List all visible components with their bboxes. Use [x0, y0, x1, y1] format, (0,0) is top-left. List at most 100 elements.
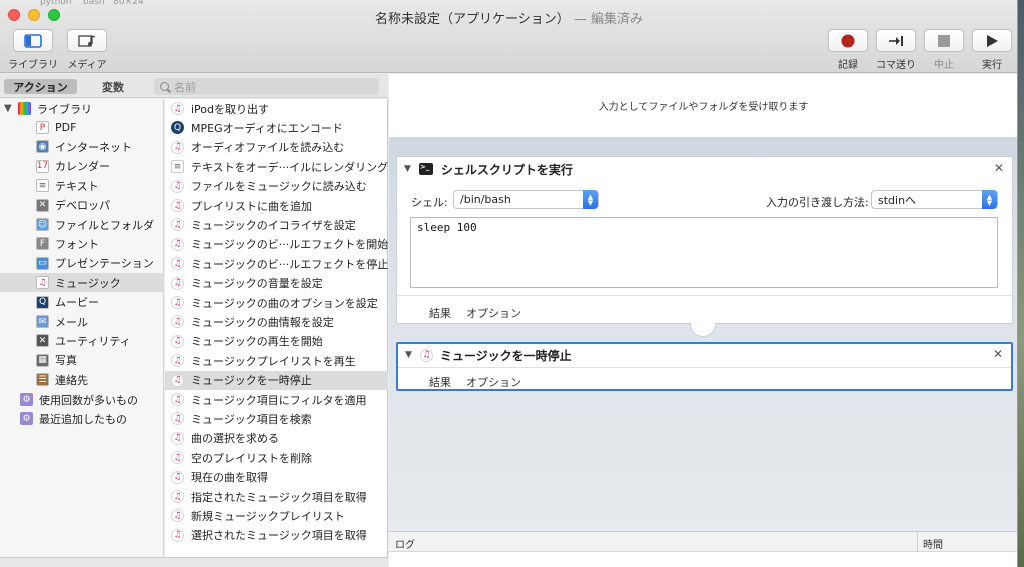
options-tab[interactable]: オプション: [466, 374, 521, 390]
library-root[interactable]: ▼ ライブラリ: [4, 99, 164, 118]
stop-icon: [938, 34, 950, 47]
run-button[interactable]: [972, 29, 1012, 52]
contacts-icon: ☰: [36, 373, 49, 387]
action-item[interactable]: ♫ ミュージックの曲情報を設定: [165, 312, 388, 331]
music-note-icon: ♫: [171, 237, 184, 251]
music-note-icon: ♫: [171, 393, 184, 406]
action-item[interactable]: ♫ 現在の曲を取得: [165, 468, 388, 487]
log-column-header[interactable]: ログ: [395, 536, 415, 551]
action-item[interactable]: ♫ 選択されたミュージック項目を取得: [165, 526, 388, 545]
action-item[interactable]: ♫ ミュージックのビ···ルエフェクトを開始: [165, 235, 388, 254]
action-item[interactable]: ♫ ミュージックを一時停止: [165, 370, 388, 390]
shell-select[interactable]: /bin/bash ▲ ▼: [453, 190, 599, 209]
smart-group-item[interactable]: ⚙ 使用回数が多いもの: [0, 390, 164, 409]
step-button[interactable]: [876, 29, 916, 52]
popup-arrows-icon: ▲ ▼: [583, 190, 598, 209]
action-item[interactable]: ♫ ミュージックのビ···ルエフェクトを停止: [165, 254, 388, 273]
tab-actions[interactable]: アクション: [4, 79, 77, 94]
search-icon: [160, 82, 169, 91]
library-item[interactable]: ✕ デベロッパ: [0, 196, 164, 215]
window-title: 名称未設定（アプリケーション） — 編集済み: [0, 8, 1017, 27]
pause-music-action[interactable]: ▼ ♫ ミュージックを一時停止 ✕ 結果 オプション: [396, 342, 1013, 391]
tab-variables[interactable]: 変数: [83, 79, 143, 94]
workflow-input-text: 入力としてファイルやフォルダを受け取ります: [598, 102, 809, 113]
action-item[interactable]: ♫ プレイリストに曲を追加: [165, 196, 388, 215]
action-item-label: ミュージック項目を検索: [191, 412, 312, 426]
collapse-triangle-icon[interactable]: ▼: [404, 164, 411, 174]
library-item[interactable]: ◉ インターネット: [0, 137, 164, 156]
close-icon[interactable]: ✕: [993, 347, 1003, 361]
action-item[interactable]: ♫ オーディオファイルを読み込む: [165, 138, 388, 157]
record-button[interactable]: [828, 29, 868, 52]
library-icon: [18, 102, 31, 115]
action-item[interactable]: ♫ ミュージックのイコライザを設定: [165, 215, 388, 234]
font-icon: F: [36, 237, 49, 251]
action-item[interactable]: ♫ 指定されたミュージック項目を取得: [165, 487, 388, 506]
shell-script-action[interactable]: ▼ >_ シェルスクリプトを実行 ✕ シェル: /bin/bash ▲ ▼ 入力の…: [396, 156, 1013, 324]
action-item[interactable]: ♫ ファイルをミュージックに読み込む: [165, 177, 388, 196]
music-note-icon: ♫: [171, 431, 184, 445]
library-item[interactable]: ☺ ファイルとフォルダ: [0, 215, 164, 234]
music-note-icon: ♫: [171, 470, 184, 484]
action-item[interactable]: ≡ テキストをオーデ···イルにレンダリング: [165, 157, 388, 176]
library-item[interactable]: ✕ ユーティリティ: [0, 331, 164, 350]
action-item[interactable]: ♫ ミュージックの曲のオプションを設定: [165, 293, 388, 312]
library-item[interactable]: F フォント: [0, 234, 164, 253]
action-item-label: オーディオファイルを読み込む: [191, 141, 345, 155]
search-placeholder: 名前: [174, 80, 196, 94]
library-item[interactable]: P PDF: [0, 118, 164, 137]
library-item[interactable]: ☰ 連絡先: [0, 370, 164, 389]
collapse-triangle-icon[interactable]: ▼: [405, 350, 412, 360]
automator-window: python bash 80×24 名称未設定（アプリケーション） — 編集済み…: [0, 0, 1018, 567]
stop-button[interactable]: [924, 29, 964, 52]
action-item[interactable]: ♫ ミュージックプレイリストを再生: [165, 351, 388, 370]
calendar-icon: 17: [36, 159, 49, 173]
options-tab[interactable]: オプション: [466, 305, 521, 321]
music-note-icon: ♫: [171, 354, 184, 368]
library-button[interactable]: [13, 29, 53, 52]
library-item[interactable]: Q ムービー: [0, 293, 164, 312]
developer-icon: ✕: [36, 198, 49, 212]
action-item-label: テキストをオーデ···イルにレンダリング: [191, 160, 389, 174]
action-item-label: ミュージック項目にフィルタを適用: [191, 393, 367, 407]
search-input[interactable]: 名前: [154, 78, 379, 95]
pause-action-footer: 結果 オプション: [398, 367, 1011, 389]
action-item[interactable]: ♫ 新規ミュージックプレイリスト: [165, 506, 388, 525]
edited-indicator: — 編集済み: [569, 12, 643, 27]
sidebar-icon: [24, 33, 42, 48]
window-title-text: 名称未設定（アプリケーション）: [374, 12, 570, 27]
library-item[interactable]: 17 カレンダー: [0, 157, 164, 176]
action-item[interactable]: ♫ 空のプレイリストを削除: [165, 448, 388, 467]
action-item-label: 新規ミュージックプレイリスト: [191, 509, 345, 523]
workflow-area: ▼ >_ シェルスクリプトを実行 ✕ シェル: /bin/bash ▲ ▼ 入力の…: [389, 137, 1017, 531]
library-item[interactable]: ▭ プレゼンテーション: [0, 254, 164, 273]
library-item-label: プレゼンテーション: [55, 257, 154, 271]
action-item[interactable]: ♫ ミュージック項目を検索: [165, 409, 388, 428]
library-item[interactable]: ✉ メール: [0, 312, 164, 331]
actions-list: ♫ iPodを取り出す Q MPEGオーディオにエンコード ♫ オーディオファイルを読み込…: [165, 99, 388, 557]
results-tab[interactable]: 結果: [429, 374, 451, 390]
shell-label: シェル:: [411, 196, 448, 209]
action-item[interactable]: ♫ 曲の選択を求める: [165, 429, 388, 448]
library-item[interactable]: ▦ 写真: [0, 351, 164, 370]
music-note-icon: ♫: [36, 276, 49, 290]
library-item[interactable]: ♫ ミュージック: [0, 273, 164, 293]
close-icon[interactable]: ✕: [994, 161, 1004, 175]
script-editor[interactable]: sleep 100: [410, 217, 998, 288]
action-item[interactable]: ♫ iPodを取り出す: [165, 99, 388, 118]
smart-group-item[interactable]: ⚙ 最近追加したもの: [0, 409, 164, 428]
time-column-header[interactable]: 時間: [923, 536, 943, 551]
background-terminal-tab: python bash 80×24: [40, 0, 144, 6]
library-item-label: フォント: [55, 237, 99, 251]
action-item[interactable]: ♫ ミュージックの再生を開始: [165, 332, 388, 351]
disclosure-triangle-icon: ▼: [4, 103, 12, 114]
record-icon: [841, 34, 855, 47]
internet-icon: ◉: [36, 140, 49, 154]
action-item[interactable]: ♫ ミュージック項目にフィルタを適用: [165, 390, 388, 409]
pass-input-select[interactable]: stdinへ ▲ ▼: [871, 190, 998, 209]
media-button[interactable]: [67, 29, 107, 52]
action-item[interactable]: ♫ ミュージックの音量を設定: [165, 274, 388, 293]
action-item[interactable]: Q MPEGオーディオにエンコード: [165, 118, 388, 137]
library-item[interactable]: ≡ テキスト: [0, 176, 164, 195]
results-tab[interactable]: 結果: [429, 305, 451, 321]
